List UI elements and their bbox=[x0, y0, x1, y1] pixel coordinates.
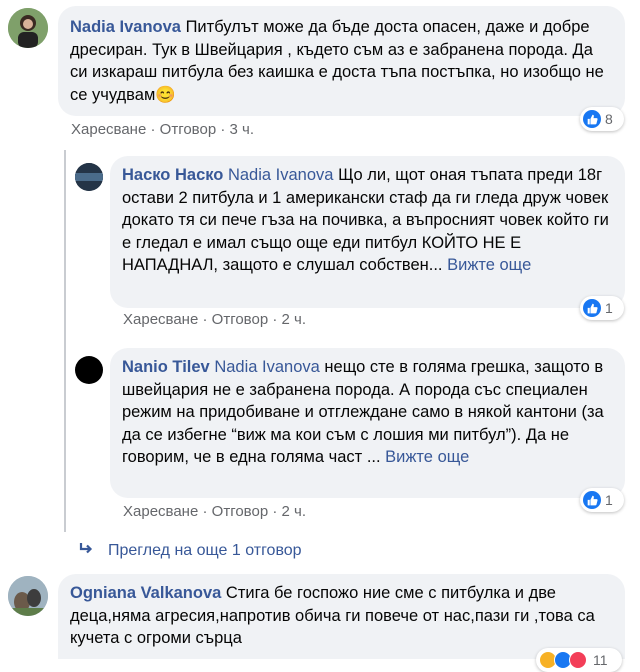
reply-link[interactable]: Отговор bbox=[212, 311, 269, 328]
thread-line bbox=[64, 150, 66, 532]
timestamp[interactable]: 3 ч. bbox=[230, 121, 255, 138]
view-more-replies-label: Преглед на още 1 отговор bbox=[108, 542, 302, 559]
timestamp[interactable]: 2 ч. bbox=[282, 503, 307, 520]
comment-actions: Харесване · Отговор · 2 ч. bbox=[123, 503, 306, 520]
comment-bubble: Nadia Ivanova Питбулът може да бъде дост… bbox=[58, 6, 625, 116]
profile-photo-icon bbox=[75, 163, 103, 191]
comment-author[interactable]: Ogniana Valkanova bbox=[70, 584, 221, 602]
reaction-count[interactable]: 1 bbox=[580, 296, 624, 320]
timestamp[interactable]: 2 ч. bbox=[282, 311, 307, 328]
comment-author[interactable]: Наско Наско bbox=[122, 166, 223, 184]
separator: · bbox=[150, 121, 160, 138]
comment-bubble: Ogniana Valkanova Стига бе госпожо ние с… bbox=[58, 574, 625, 659]
separator: · bbox=[272, 311, 282, 328]
separator: · bbox=[220, 121, 230, 138]
reaction-count[interactable]: 11 bbox=[536, 648, 622, 672]
reaction-number: 8 bbox=[605, 111, 613, 127]
reply-arrow-icon bbox=[79, 543, 93, 554]
avatar[interactable] bbox=[8, 576, 48, 616]
love-reaction-icon bbox=[569, 651, 587, 669]
avatar[interactable] bbox=[75, 163, 103, 191]
avatar[interactable] bbox=[75, 356, 103, 384]
comment-author[interactable]: Nadia Ivanova bbox=[70, 18, 181, 36]
view-more-replies-link[interactable]: Преглед на още 1 отговор bbox=[78, 542, 302, 560]
reply-link[interactable]: Отговор bbox=[160, 121, 217, 138]
like-reaction-icon bbox=[583, 491, 601, 509]
see-more-link[interactable]: Вижте още bbox=[447, 256, 531, 274]
reaction-number: 1 bbox=[605, 492, 613, 508]
separator: · bbox=[202, 311, 212, 328]
reaction-count[interactable]: 1 bbox=[580, 488, 624, 512]
profile-photo-icon bbox=[8, 8, 48, 48]
comment-actions: Харесване · Отговор · 2 ч. bbox=[123, 311, 306, 328]
mention-link[interactable]: Nadia Ivanova bbox=[228, 166, 334, 184]
reaction-number: 1 bbox=[605, 300, 613, 316]
like-link[interactable]: Харесване bbox=[71, 121, 146, 138]
separator: · bbox=[202, 503, 212, 520]
like-link[interactable]: Харесване bbox=[123, 311, 198, 328]
reply-link[interactable]: Отговор bbox=[212, 503, 269, 520]
reply-bubble: Наско Наско Nadia Ivanova Що ли, щот она… bbox=[110, 156, 625, 308]
profile-photo-icon bbox=[8, 576, 48, 616]
see-more-link[interactable]: Вижте още bbox=[385, 448, 469, 466]
mention-link[interactable]: Nadia Ivanova bbox=[214, 358, 320, 376]
like-reaction-icon bbox=[583, 110, 601, 128]
comment-actions: Харесване · Отговор · 3 ч. bbox=[71, 121, 254, 138]
like-link[interactable]: Харесване bbox=[123, 503, 198, 520]
separator: · bbox=[272, 503, 282, 520]
reaction-count[interactable]: 8 bbox=[580, 107, 624, 131]
like-reaction-icon bbox=[583, 299, 601, 317]
reply-bubble: Nanio Tilev Nadia Ivanova нещо сте в гол… bbox=[110, 348, 625, 498]
reaction-number: 11 bbox=[593, 652, 608, 668]
comment-author[interactable]: Nanio Tilev bbox=[122, 358, 210, 376]
avatar[interactable] bbox=[8, 8, 48, 48]
